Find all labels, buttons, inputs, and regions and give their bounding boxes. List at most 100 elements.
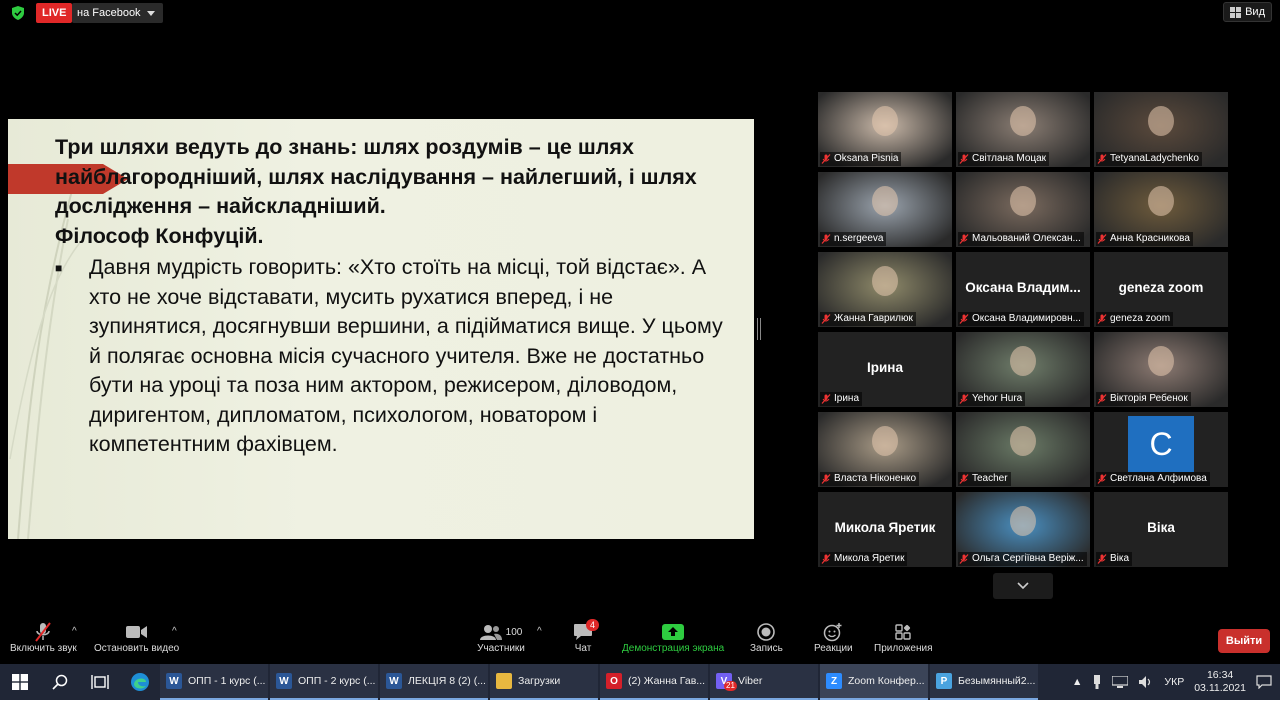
edge-button[interactable] [120,664,160,700]
participant-avatar: C [1128,416,1194,472]
participant-name: Oksana Pisnia [834,153,899,164]
taskbar-app-button[interactable]: Z Zoom Конфер... [820,664,928,700]
participant-silhouette [1010,186,1036,216]
participant-silhouette [1010,346,1036,376]
participant-name: TetyanaLadychenko [1110,153,1199,164]
apps-button[interactable]: Приложения [874,621,933,654]
audio-options-caret[interactable]: ^ [72,626,77,637]
participant-silhouette [872,186,898,216]
taskbar-app-button[interactable]: V 21 Viber [710,664,818,700]
record-button[interactable]: Запись [750,621,783,654]
bullet-square-icon: ■ [55,261,63,275]
participant-tile[interactable]: geneza zoom geneza zoom [1094,252,1228,327]
participant-silhouette [1148,186,1174,216]
volume-icon[interactable] [1138,675,1154,689]
participant-tile[interactable]: Oksana Pisnia [818,92,952,167]
participant-name: Свiтлана Моцак [972,153,1047,164]
microphone-muted-icon [821,154,831,164]
taskbar-app-button[interactable]: P Безымянный2... [930,664,1038,700]
language-indicator[interactable]: УКР [1164,676,1184,688]
start-button[interactable] [0,664,40,700]
participant-name-caption: Власта Нiконенко [820,472,920,486]
notifications-icon[interactable] [1256,675,1272,689]
taskbar-app-button[interactable]: W ОПП - 1 курс (... [160,664,268,700]
participant-tile[interactable]: Вiкторiя Ребенок [1094,332,1228,407]
participant-name: Iрина [834,393,860,404]
participant-tile[interactable]: C Светлана Алфимова [1094,412,1228,487]
video-options-caret[interactable]: ^ [172,626,177,637]
gallery-next-page-button[interactable] [993,573,1053,599]
participant-tile[interactable]: Ольга Сергiївна Верiж... [956,492,1090,567]
participant-tile[interactable]: Вiка Вiка [1094,492,1228,567]
microphone-muted-icon [821,314,831,324]
caret-down-icon [146,10,155,16]
taskbar-app-button[interactable]: W ОПП - 2 курс (... [270,664,378,700]
participant-display-name: Оксана Владим... [965,280,1081,295]
microphone-muted-icon [1097,154,1107,164]
participant-tile[interactable]: Микола Яретик Микола Яретик [818,492,952,567]
participant-tile[interactable]: Iрина Iрина [818,332,952,407]
participant-display-name: Iрина [867,360,903,375]
stop-video-label: Остановить видео [94,643,180,654]
network-icon[interactable] [1112,676,1129,688]
participant-tile[interactable]: Yehor Hura [956,332,1090,407]
app-badge: 21 [724,681,737,691]
participant-name: Вiка [1110,553,1130,564]
participants-options-caret[interactable]: ^ [537,626,542,637]
participant-name-caption: Ольга Сергiївна Верiж... [958,552,1087,566]
clock[interactable]: 16:34 03.11.2021 [1194,669,1246,695]
participant-tile[interactable]: Teacher [956,412,1090,487]
participant-tile[interactable]: Жанна Гаврилюк [818,252,952,327]
participant-name: Teacher [972,473,1008,484]
microphone-muted-icon [959,554,969,564]
task-view-button[interactable] [80,664,120,700]
share-screen-button[interactable]: Демонстрация экрана [622,621,724,654]
taskbar-app-label: ЛЕКЦIЯ 8 (2) (... [408,675,486,687]
participant-tile[interactable]: Власта Нiконенко [818,412,952,487]
taskbar-app-label: Viber [738,675,763,687]
participant-tile[interactable]: Свiтлана Моцак [956,92,1090,167]
taskbar-app-button[interactable]: O (2) Жанна Гав... [600,664,708,700]
participant-name: Ольга Сергiївна Верiж... [972,553,1084,564]
live-destination-dropdown[interactable]: на Facebook [72,3,163,23]
usb-icon[interactable] [1092,675,1102,689]
unmute-button[interactable]: Включить звук [10,621,77,654]
participant-name-caption: Анна Красникова [1096,232,1193,246]
participant-tile[interactable]: Оксана Владим... Оксана Владимировн... [956,252,1090,327]
participants-icon [479,625,502,640]
search-button[interactable] [40,664,80,700]
microphone-muted-icon [959,234,969,244]
participant-display-name: Микола Яретик [834,520,936,535]
taskbar-app-button[interactable]: W ЛЕКЦIЯ 8 (2) (... [380,664,488,700]
leave-meeting-button[interactable]: Выйти [1218,629,1270,653]
participants-button[interactable]: 100 Участники [471,621,531,654]
taskbar-app-button[interactable]: Загрузки [490,664,598,700]
participant-tile[interactable]: TetyanaLadychenko [1094,92,1228,167]
unmute-label: Включить звук [10,643,77,654]
participant-tile[interactable]: Анна Красникова [1094,172,1228,247]
participants-label: Участники [477,643,525,654]
reactions-button[interactable]: Реакции [814,621,853,654]
stop-video-button[interactable]: Остановить видео [94,621,179,654]
clock-time: 16:34 [1206,669,1234,681]
participant-silhouette [872,426,898,456]
participant-tile[interactable]: Мальований Олексан... [956,172,1090,247]
participant-name: Yehor Hura [972,393,1023,404]
participant-name: Оксана Владимировн... [972,313,1081,324]
taskbar-app-label: Загрузки [518,675,561,687]
participant-silhouette [1148,346,1174,376]
participant-silhouette [1010,506,1036,536]
slide-quote: Три шляхи ведуть до знань: шлях роздумів… [55,133,735,251]
taskbar-app-label: ОПП - 1 курс (... [188,675,266,687]
chat-label: Чат [574,643,592,654]
participant-name: Анна Красникова [1110,233,1190,244]
microphone-muted-icon [959,474,969,484]
participant-tile[interactable]: n.sergeeva [818,172,952,247]
record-label: Запись [750,643,783,654]
view-button[interactable]: Вид [1223,2,1272,22]
tray-overflow-icon[interactable]: ▲ [1072,676,1082,688]
chat-button[interactable]: 4 Чат [571,619,599,654]
split-handle[interactable] [757,318,761,340]
microphone-muted-icon [35,622,52,642]
participant-display-name: geneza zoom [1118,280,1204,295]
